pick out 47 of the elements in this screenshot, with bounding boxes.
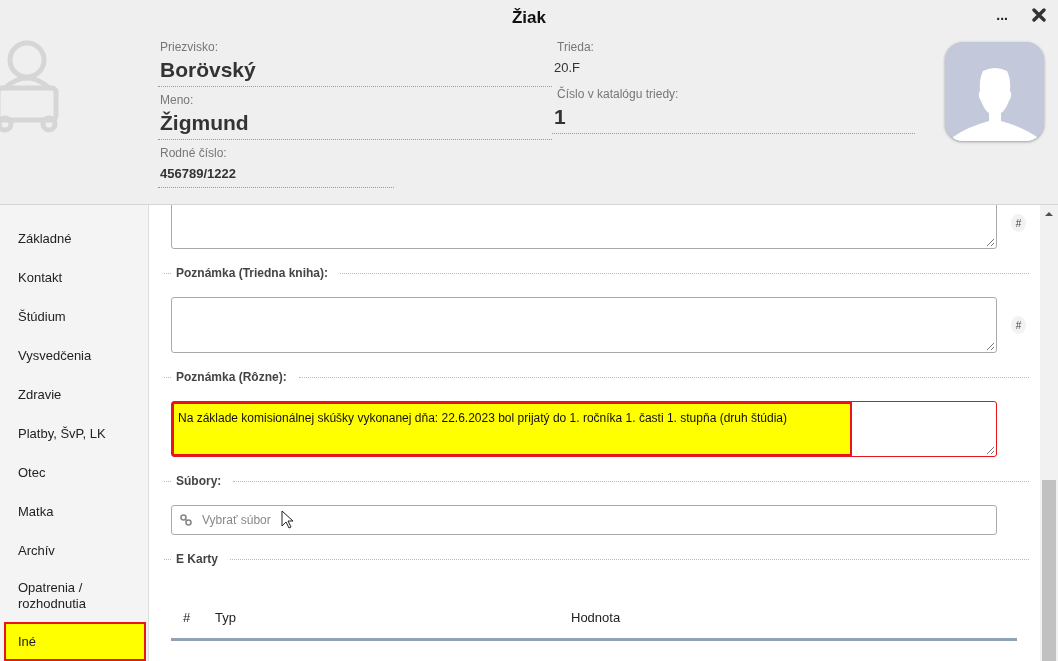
- note-field[interactable]: [171, 297, 997, 353]
- scrollbar[interactable]: [1040, 205, 1058, 661]
- sidebar-item[interactable]: Matka: [4, 492, 148, 531]
- field-value: 456789/1222: [159, 165, 237, 183]
- link-icon: [180, 514, 192, 526]
- section-heading: Súbory:: [175, 474, 223, 488]
- close-icon: [1032, 8, 1046, 22]
- column-header: Typ: [215, 610, 237, 625]
- hash-button[interactable]: #: [1011, 316, 1026, 334]
- section-heading: E Karty: [175, 552, 220, 566]
- sidebar-item[interactable]: Základné: [4, 219, 148, 258]
- section-heading: Poznámka (Rôzne):: [175, 370, 288, 384]
- scroll-up-icon[interactable]: [1045, 210, 1053, 218]
- sidebar-item[interactable]: Vysvedčenia: [4, 336, 148, 375]
- highlighted-note-text: Na základe komisionálnej skúšky vykonanej dňa: 22.6.2023 bol prijatý do 1. ročníka 1. časti 1. stupňa (druh štúdia): [172, 402, 852, 456]
- field-value: 1: [553, 104, 567, 130]
- sidebar-item[interactable]: Zdravie: [4, 375, 148, 414]
- note-field[interactable]: Na základe komisionálnej skúšky vykonanej dňa: 22.6.2023 bol prijatý do 1. ročníka 1. časti 1. stupňa (druh štúdia): [171, 401, 997, 457]
- window-title: Žiak: [512, 8, 546, 28]
- resize-grip-icon[interactable]: [986, 342, 995, 351]
- resize-grip-icon[interactable]: [986, 238, 995, 247]
- file-placeholder: Vybrať súbor: [202, 513, 271, 527]
- field-value: Borövský: [159, 57, 257, 83]
- field-label: Priezvisko:: [159, 40, 219, 56]
- field-value: 20.F: [553, 59, 581, 77]
- column-header: Hodnota: [571, 610, 622, 625]
- field-label: Číslo v katalógu triedy:: [556, 87, 680, 103]
- resize-grip-icon[interactable]: [986, 446, 995, 455]
- field-label: Trieda:: [556, 40, 595, 56]
- sidebar-item[interactable]: Štúdium: [4, 297, 148, 336]
- close-button[interactable]: [1030, 6, 1048, 24]
- sidebar-item[interactable]: Iné: [4, 622, 146, 661]
- sidebar-item[interactable]: Otec: [4, 453, 148, 492]
- sidebar-item[interactable]: Opatrenia / rozhodnutia: [4, 570, 148, 622]
- sidebar-item[interactable]: Kontakt: [4, 258, 148, 297]
- note-field[interactable]: [171, 205, 997, 249]
- field-label: Meno:: [159, 93, 195, 109]
- field-value: Žigmund: [159, 110, 250, 136]
- column-header: #: [182, 610, 192, 625]
- section-heading: Poznámka (Triedna kniha):: [175, 266, 330, 280]
- hash-button[interactable]: #: [1011, 214, 1026, 232]
- field-label: Rodné číslo:: [159, 146, 228, 162]
- more-button[interactable]: ...: [994, 7, 1010, 23]
- file-field[interactable]: Vybrať súbor: [171, 505, 997, 535]
- cursor-icon: [280, 510, 295, 530]
- sidebar-item[interactable]: Archív: [4, 531, 148, 570]
- sidebar-item[interactable]: Platby, ŠvP, LK: [4, 414, 148, 453]
